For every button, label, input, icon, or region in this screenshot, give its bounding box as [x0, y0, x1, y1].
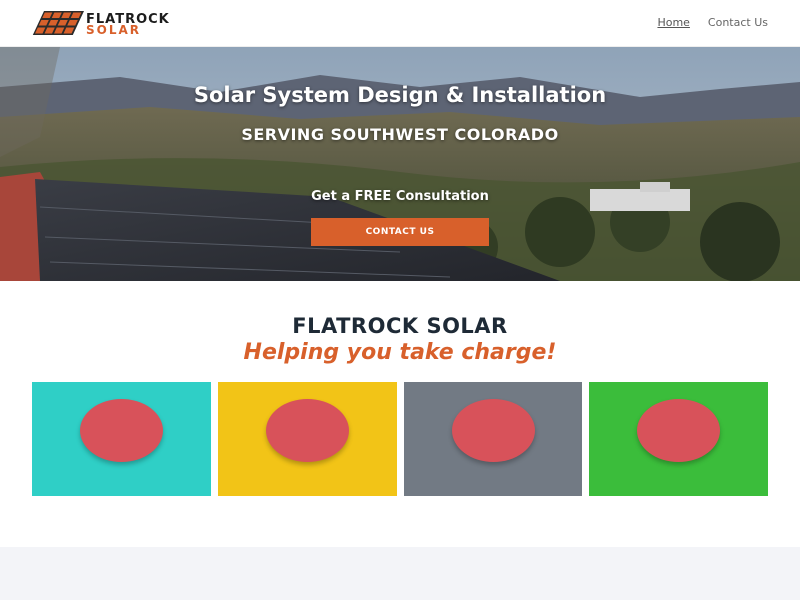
circle-placeholder-icon: [451, 399, 535, 462]
contact-us-button[interactable]: CONTACT US: [311, 218, 489, 246]
circle-placeholder-icon: [80, 399, 163, 462]
hero-subtitle: SERVING SOUTHWEST COLORADO: [241, 125, 559, 144]
logo[interactable]: FLATROCK SOLAR: [32, 11, 172, 37]
feature-card-4[interactable]: [589, 382, 768, 496]
feature-card-1[interactable]: [32, 382, 211, 496]
footer-band: [0, 547, 800, 600]
hero-cta-text: Get a FREE Consultation: [311, 189, 489, 204]
feature-card-3[interactable]: [403, 382, 583, 496]
feature-card-2[interactable]: [217, 382, 397, 496]
hero-section: Solar System Design & Installation SERVI…: [0, 47, 800, 281]
nav-contact-link[interactable]: Contact Us: [708, 16, 768, 29]
nav-home-link[interactable]: Home: [657, 16, 689, 29]
hero-title: Solar System Design & Installation: [193, 83, 607, 107]
section-title: FLATROCK SOLAR: [292, 314, 508, 338]
main-nav: Home Contact Us: [657, 16, 768, 29]
site-header: FLATROCK SOLAR Home Contact Us: [0, 0, 800, 47]
section-tagline: Helping you take charge!: [243, 340, 557, 365]
solar-panel-logo-icon: [32, 11, 84, 35]
logo-text-solar: SOLAR: [86, 23, 142, 37]
circle-placeholder-icon: [265, 399, 349, 462]
feature-cards: [32, 382, 768, 496]
circle-placeholder-icon: [637, 399, 721, 462]
